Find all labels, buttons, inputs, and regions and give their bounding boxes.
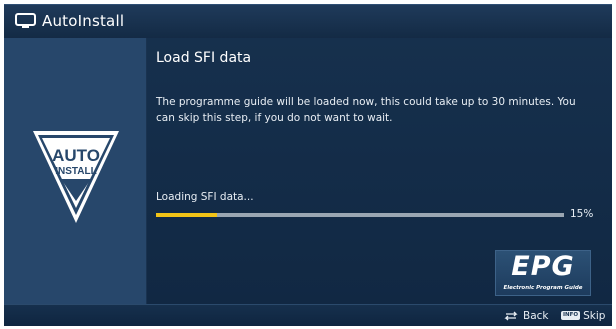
skip-label: Skip	[583, 309, 606, 322]
tv-icon	[15, 13, 36, 28]
logo-line1: AUTO	[52, 146, 100, 165]
logo-line2: INSTALL	[55, 166, 96, 177]
progress-fill	[156, 213, 218, 217]
skip-button[interactable]: INFO Skip	[561, 308, 605, 323]
epg-logo-title: EPG	[511, 251, 575, 282]
back-button[interactable]: Back	[503, 308, 549, 323]
page-title: Load SFI data	[156, 50, 252, 66]
auto-install-icon: AUTO INSTALL	[33, 131, 119, 223]
window-title: AutoInstall	[42, 12, 125, 30]
footer-bar: Back INFO Skip	[4, 304, 612, 326]
epg-logo-subtitle: Electronic Program Guide	[503, 285, 583, 291]
epg-logo: EPG Electronic Program Guide	[495, 250, 591, 296]
loading-label: Loading SFI data...	[156, 191, 254, 203]
back-arrows-icon	[504, 311, 518, 320]
back-label: Back	[523, 309, 549, 322]
progress-percent: 15%	[570, 208, 594, 220]
title-bar: AutoInstall	[4, 4, 612, 39]
progress-bar	[156, 213, 564, 217]
info-key-icon: INFO	[561, 311, 581, 320]
main-panel: Load SFI data The programme guide will b…	[147, 38, 612, 304]
sidebar-panel: AUTO INSTALL	[4, 38, 147, 304]
description-text: The programme guide will be loaded now, …	[156, 96, 576, 124]
screen: AutoInstall AUTO INSTALL Load SFI data T…	[0, 0, 616, 329]
